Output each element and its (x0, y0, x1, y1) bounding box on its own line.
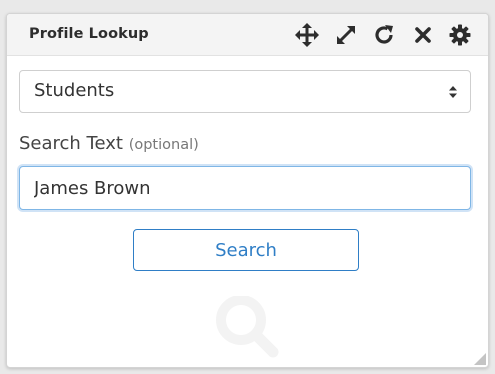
search-input[interactable] (19, 166, 471, 210)
widget-header: Profile Lookup (7, 14, 488, 56)
search-watermark-icon (216, 296, 279, 358)
category-select[interactable]: Students (19, 70, 471, 113)
category-select-value: Students (34, 80, 115, 101)
close-icon[interactable] (411, 23, 435, 47)
search-text-label: Search Text (optional) (19, 133, 199, 154)
widget-title: Profile Lookup (29, 26, 149, 42)
resize-handle-icon[interactable] (474, 353, 486, 365)
search-text-label-main: Search Text (19, 133, 123, 154)
refresh-icon[interactable] (372, 23, 396, 47)
gear-icon[interactable] (448, 23, 472, 47)
select-caret-icon (449, 86, 457, 98)
profile-lookup-widget: Profile Lookup Students Search Text (opt… (6, 13, 489, 368)
move-icon[interactable] (295, 23, 319, 47)
search-button[interactable]: Search (133, 229, 359, 271)
expand-icon[interactable] (334, 23, 358, 47)
search-text-label-optional: (optional) (128, 137, 199, 153)
